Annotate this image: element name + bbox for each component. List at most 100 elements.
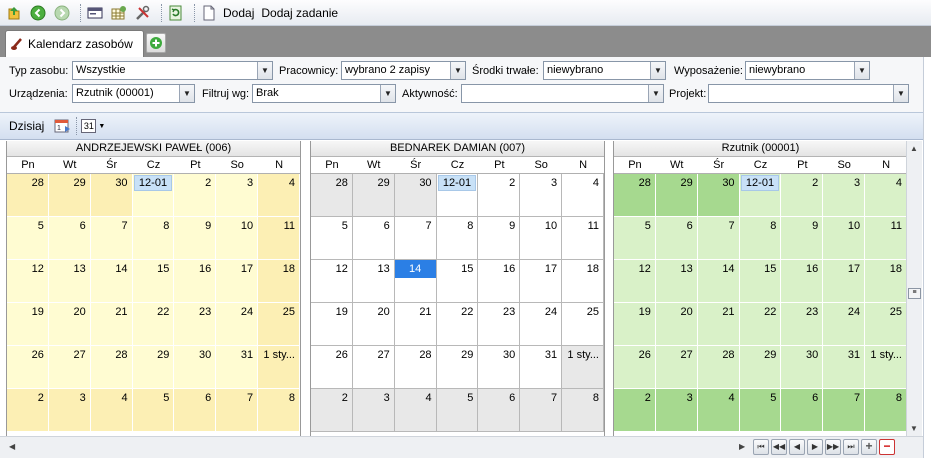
day-cell[interactable]: 10 (520, 217, 563, 260)
day-cell[interactable]: 2 (7, 389, 49, 432)
day-cell[interactable]: 7 (520, 389, 563, 432)
day-cell[interactable]: 8 (739, 217, 782, 260)
day-cell[interactable]: 12-01 (436, 174, 479, 217)
day-cell[interactable]: 12 (311, 260, 353, 303)
scroll-right-icon[interactable]: ▶ (739, 442, 745, 451)
day-cell[interactable]: 5 (7, 217, 49, 260)
day-cell[interactable]: 4 (562, 174, 604, 217)
day-cell[interactable]: 4 (90, 389, 133, 432)
day-cell[interactable]: 12 (614, 260, 656, 303)
day-cell[interactable]: 5 (614, 217, 656, 260)
day-cell[interactable]: 9 (174, 217, 217, 260)
day-cell[interactable]: 11 (258, 217, 300, 260)
day-cell[interactable]: 9 (478, 217, 521, 260)
day-cell[interactable]: 17 (823, 260, 866, 303)
add-tab-button[interactable] (146, 33, 166, 53)
remove-record-icon[interactable]: − (879, 439, 895, 455)
calendar-picker-button[interactable]: 31 ▼ (81, 119, 105, 133)
forward-icon[interactable] (52, 3, 72, 23)
day-cell[interactable]: 8 (562, 389, 604, 432)
day-cell[interactable]: 16 (174, 260, 217, 303)
day-cell[interactable]: 30 (781, 346, 824, 389)
today-button[interactable]: Dzisiaj (9, 119, 44, 133)
day-cell[interactable]: 28 (394, 346, 437, 389)
day-cell[interactable]: 8 (436, 217, 479, 260)
day-cell[interactable]: 28 (614, 174, 656, 217)
day-cell[interactable]: 28 (7, 174, 49, 217)
day-cell[interactable]: 20 (352, 303, 395, 346)
last-page-icon[interactable]: ⏭ (843, 439, 859, 455)
day-cell[interactable]: 7 (216, 389, 259, 432)
day-cell[interactable]: 29 (132, 346, 175, 389)
day-cell[interactable]: 30 (697, 174, 740, 217)
day-cell[interactable]: 1 sty... (258, 346, 300, 389)
day-cell[interactable]: 29 (48, 174, 91, 217)
day-cell[interactable]: 21 (394, 303, 437, 346)
day-cell[interactable]: 27 (48, 346, 91, 389)
day-cell[interactable]: 24 (216, 303, 259, 346)
day-cell[interactable]: 3 (352, 389, 395, 432)
day-cell[interactable]: 13 (655, 260, 698, 303)
filtruj-wg-combo[interactable]: Brak ▼ (252, 84, 396, 103)
scroll-thumb[interactable]: ≡ (908, 288, 921, 299)
next-page-fast-icon[interactable]: ▶▶ (825, 439, 841, 455)
day-cell[interactable]: 7 (697, 217, 740, 260)
day-cell[interactable]: 20 (48, 303, 91, 346)
prev-page-icon[interactable]: ◀ (789, 439, 805, 455)
day-cell[interactable]: 6 (478, 389, 521, 432)
tools-icon[interactable] (133, 3, 153, 23)
day-cell[interactable]: 4 (394, 389, 437, 432)
day-cell[interactable]: 8 (132, 217, 175, 260)
day-cell[interactable]: 2 (614, 389, 656, 432)
day-cell[interactable]: 27 (352, 346, 395, 389)
day-cell[interactable]: 16 (478, 260, 521, 303)
day-cell[interactable]: 25 (865, 303, 906, 346)
day-cell[interactable]: 6 (48, 217, 91, 260)
day-cell[interactable]: 4 (697, 389, 740, 432)
day-cell[interactable]: 31 (216, 346, 259, 389)
day-cell[interactable]: 27 (655, 346, 698, 389)
day-cell[interactable]: 8 (865, 389, 906, 432)
day-cell[interactable]: 21 (90, 303, 133, 346)
typ-zasobu-combo[interactable]: Wszystkie ▼ (72, 61, 273, 80)
day-cell[interactable]: 26 (7, 346, 49, 389)
day-cell[interactable]: 17 (520, 260, 563, 303)
day-cell[interactable]: 15 (739, 260, 782, 303)
srodki-trwale-combo[interactable]: niewybrano ▼ (543, 61, 666, 80)
prev-page-fast-icon[interactable]: ◀◀ (771, 439, 787, 455)
day-cell[interactable]: 22 (739, 303, 782, 346)
day-cell[interactable]: 19 (614, 303, 656, 346)
day-cell[interactable]: 26 (311, 346, 353, 389)
dropdown-arrow-icon[interactable]: ▼ (648, 85, 663, 102)
day-cell[interactable]: 14 (90, 260, 133, 303)
day-cell[interactable]: 2 (311, 389, 353, 432)
day-cell[interactable]: 30 (174, 346, 217, 389)
day-cell[interactable]: 13 (48, 260, 91, 303)
day-cell[interactable]: 22 (436, 303, 479, 346)
day-cell[interactable]: 18 (258, 260, 300, 303)
add-record-icon[interactable]: + (861, 439, 877, 455)
day-cell[interactable]: 15 (132, 260, 175, 303)
refresh-icon[interactable] (166, 3, 186, 23)
day-cell[interactable]: 31 (520, 346, 563, 389)
urzadzenia-combo[interactable]: Rzutnik (00001) ▼ (72, 84, 195, 103)
day-cell[interactable]: 2 (478, 174, 521, 217)
dropdown-arrow-icon[interactable]: ▼ (893, 85, 908, 102)
scroll-up-icon[interactable]: ▲ (910, 144, 918, 153)
day-view-icon[interactable]: 1 (54, 118, 72, 134)
day-cell[interactable]: 4 (258, 174, 300, 217)
dropdown-arrow-icon[interactable]: ▼ (650, 62, 665, 79)
day-cell[interactable]: 6 (352, 217, 395, 260)
day-cell[interactable]: 28 (697, 346, 740, 389)
day-cell[interactable]: 25 (258, 303, 300, 346)
day-cell[interactable]: 12 (7, 260, 49, 303)
day-cell[interactable]: 21 (697, 303, 740, 346)
vertical-scrollbar[interactable]: ▲ ≡ ▼ (906, 141, 922, 436)
day-cell[interactable]: 6 (174, 389, 217, 432)
day-cell[interactable]: 20 (655, 303, 698, 346)
horizontal-scrollbar[interactable]: ◀ ▶ ⏮ ◀◀ ◀ ▶ ▶▶ ⏭ + − (0, 436, 931, 458)
scroll-left-icon[interactable]: ◀ (9, 442, 15, 451)
day-cell[interactable]: 2 (174, 174, 217, 217)
wyposazenie-combo[interactable]: niewybrano ▼ (745, 61, 870, 80)
day-cell[interactable]: 3 (48, 389, 91, 432)
